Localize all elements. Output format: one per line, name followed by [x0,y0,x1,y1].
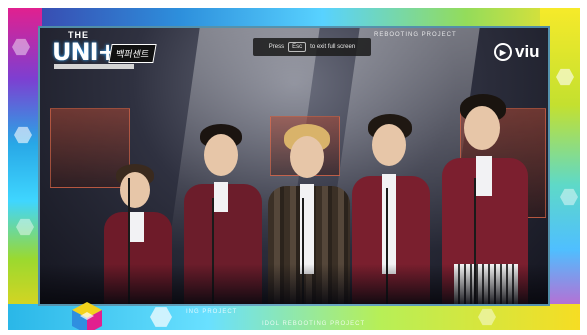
fullscreen-exit-tooltip: Press Esc to exit full screen [253,38,371,56]
cube-logo-icon [72,302,102,330]
tooltip-suffix: to exit full screen [310,44,356,50]
esc-key-badge: Esc [288,42,307,52]
tooltip-prefix: Press [268,44,285,50]
stage-floor [40,264,548,304]
frame-left-graphic [8,8,42,330]
play-icon: ▶ [494,43,512,61]
logo-subtitle-bar [54,64,134,69]
bottom-left-banner-text: ING PROJECT [186,309,238,315]
show-logo: THE UNI+ 백퍼센트 [44,30,164,72]
bottom-banner-text: IDOL REBOOTING PROJECT [262,321,366,327]
logo-badge: 백퍼센트 [108,44,157,63]
top-banner-text: REBOOTING PROJECT [374,32,457,38]
frame-top-graphic [8,8,580,28]
viu-brand-text: viu [515,42,540,61]
viu-watermark: ▶ viu [494,42,540,62]
logo-unit-text: UNI+ [52,38,118,66]
video-player[interactable]: THE UNI+ 백퍼센트 REBOOTING PROJECT IDOL REB… [8,8,580,330]
